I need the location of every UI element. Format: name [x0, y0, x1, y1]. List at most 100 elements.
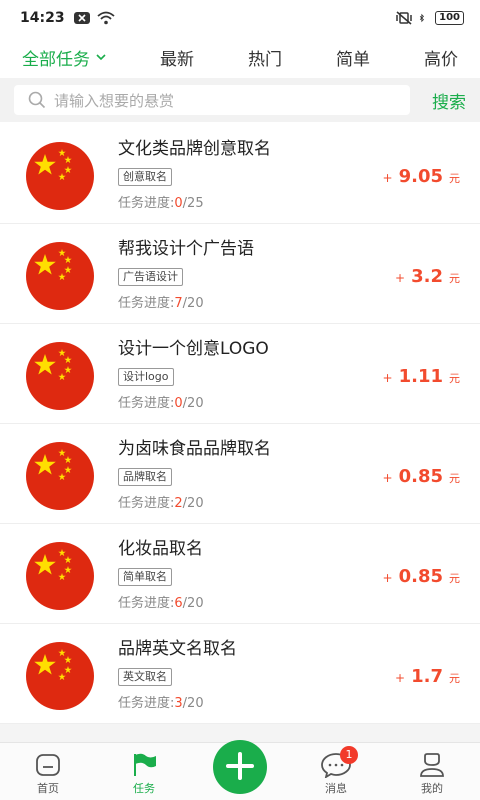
- task-title: 帮我设计个广告语: [118, 239, 254, 259]
- task-title: 文化类品牌创意取名: [118, 139, 271, 159]
- progress-label: 任务进度:: [118, 296, 175, 311]
- task-row[interactable]: 设计一个创意LOGO 设计logo 任务进度:0/20 + 1.11 元: [0, 324, 480, 424]
- search-placeholder: 请输入想要的悬赏: [54, 91, 175, 110]
- search-input[interactable]: 请输入想要的悬赏: [14, 85, 410, 115]
- task-reward: + 9.05 元: [383, 166, 460, 187]
- message-badge: 1: [340, 746, 358, 764]
- task-title: 设计一个创意LOGO: [118, 339, 269, 359]
- reward-plus: +: [382, 371, 393, 385]
- nav-label: 任务: [133, 782, 155, 795]
- flag-avatar: [26, 542, 94, 610]
- flag-avatar: [26, 142, 94, 210]
- progress-label: 任务进度:: [118, 396, 175, 411]
- progress-total: /20: [182, 696, 204, 711]
- progress-done: 0: [174, 396, 183, 411]
- reward-plus: +: [382, 571, 393, 585]
- reward-plus: +: [382, 171, 393, 185]
- flag-avatar: [26, 342, 94, 410]
- search-button[interactable]: 搜索: [432, 88, 466, 113]
- task-tag: 英文取名: [118, 668, 172, 686]
- reward-unit: 元: [449, 572, 460, 585]
- task-reward: + 1.7 元: [395, 666, 460, 687]
- progress-label: 任务进度:: [118, 596, 175, 611]
- task-progress: 任务进度:3/20: [118, 692, 204, 711]
- tab-all-tasks[interactable]: 全部任务: [22, 45, 106, 70]
- tab-latest[interactable]: 最新: [160, 45, 194, 70]
- progress-total: /25: [182, 196, 204, 211]
- task-tag: 简单取名: [118, 568, 172, 586]
- tab-label: 高价: [424, 49, 458, 70]
- task-reward: + 3.2 元: [395, 266, 460, 287]
- progress-done: 0: [174, 196, 183, 211]
- task-row[interactable]: 帮我设计个广告语 广告语设计 任务进度:7/20 + 3.2 元: [0, 224, 480, 324]
- progress-total: /20: [182, 496, 204, 511]
- task-reward: + 1.11 元: [383, 366, 460, 387]
- status-bar: 14:23 100: [0, 0, 480, 36]
- reward-amount: 9.05: [398, 166, 443, 187]
- reward-amount: 1.11: [398, 366, 443, 387]
- task-reward: + 0.85 元: [383, 466, 460, 487]
- reward-unit: 元: [449, 172, 460, 185]
- flag-avatar: [26, 242, 94, 310]
- category-tabs: 全部任务 最新 热门 简单 高价: [0, 36, 480, 78]
- nav-publish[interactable]: [210, 740, 270, 796]
- publish-button[interactable]: [213, 740, 267, 794]
- tab-hot[interactable]: 热门: [248, 45, 282, 70]
- task-tag: 设计logo: [118, 368, 174, 386]
- reward-plus: +: [395, 271, 406, 285]
- task-row[interactable]: 为卤味食品品牌取名 品牌取名 任务进度:2/20 + 0.85 元: [0, 424, 480, 524]
- flag-avatar: [26, 442, 94, 510]
- status-time: 14:23: [20, 10, 65, 26]
- plus-icon: [226, 752, 254, 780]
- home-icon: [36, 754, 60, 776]
- chevron-down-icon: [96, 54, 106, 61]
- task-row[interactable]: 品牌英文名取名 英文取名 任务进度:3/20 + 1.7 元: [0, 624, 480, 724]
- flag-icon: [134, 753, 156, 776]
- nav-label: 首页: [37, 782, 59, 795]
- task-row[interactable]: 文化类品牌创意取名 创意取名 任务进度:0/25 + 9.05 元: [0, 124, 480, 224]
- task-title: 化妆品取名: [118, 539, 203, 559]
- reward-unit: 元: [449, 372, 460, 385]
- task-progress: 任务进度:7/20: [118, 292, 204, 311]
- tab-label: 全部任务: [22, 49, 90, 70]
- tab-label: 热门: [248, 49, 282, 70]
- task-tag: 广告语设计: [118, 268, 183, 286]
- tab-label: 最新: [160, 49, 194, 70]
- notification-icon: [73, 12, 90, 24]
- wifi-icon: [96, 11, 115, 25]
- task-progress: 任务进度:0/25: [118, 192, 204, 211]
- task-title: 为卤味食品品牌取名: [118, 439, 271, 459]
- reward-amount: 0.85: [398, 566, 443, 587]
- battery-indicator: 100: [435, 11, 464, 25]
- reward-plus: +: [395, 671, 406, 685]
- nav-home[interactable]: 首页: [18, 752, 78, 796]
- reward-unit: 元: [449, 472, 460, 485]
- nav-messages[interactable]: 1 消息: [306, 746, 366, 796]
- task-row[interactable]: 化妆品取名 简单取名 任务进度:6/20 + 0.85 元: [0, 524, 480, 624]
- nav-profile[interactable]: 我的: [402, 752, 462, 796]
- progress-done: 2: [174, 496, 183, 511]
- reward-amount: 0.85: [398, 466, 443, 487]
- nav-tasks[interactable]: 任务: [114, 752, 174, 796]
- tab-high-price[interactable]: 高价: [424, 45, 458, 70]
- nav-label: 我的: [421, 782, 443, 795]
- task-progress: 任务进度:0/20: [118, 392, 204, 411]
- tab-simple[interactable]: 简单: [336, 45, 370, 70]
- progress-total: /20: [182, 396, 204, 411]
- search-bar: 请输入想要的悬赏 搜索: [0, 78, 480, 122]
- progress-label: 任务进度:: [118, 496, 175, 511]
- progress-done: 3: [174, 696, 183, 711]
- vibrate-icon: [396, 11, 412, 25]
- reward-amount: 3.2: [411, 266, 443, 287]
- reward-amount: 1.7: [411, 666, 443, 687]
- progress-done: 6: [174, 596, 183, 611]
- progress-total: /20: [182, 596, 204, 611]
- reward-plus: +: [382, 471, 393, 485]
- task-reward: + 0.85 元: [383, 566, 460, 587]
- search-icon: [28, 91, 46, 109]
- progress-total: /20: [182, 296, 204, 311]
- task-tag: 品牌取名: [118, 468, 172, 486]
- reward-unit: 元: [449, 672, 460, 685]
- task-tag: 创意取名: [118, 168, 172, 186]
- user-icon: [420, 753, 444, 777]
